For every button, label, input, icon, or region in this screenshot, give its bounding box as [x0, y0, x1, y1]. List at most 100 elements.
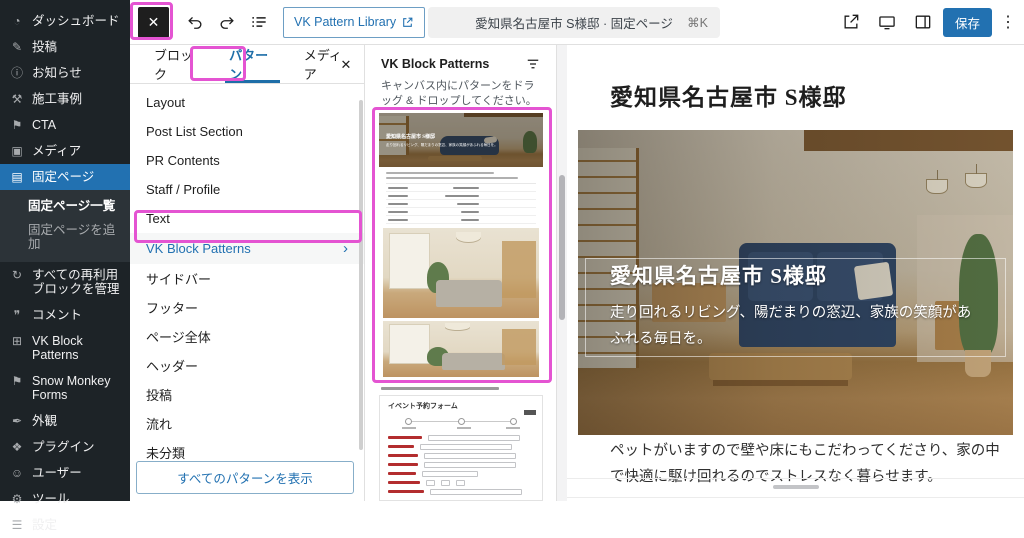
preview-desktop-icon[interactable] — [871, 6, 903, 38]
pattern-category-item[interactable]: Layout — [130, 88, 364, 117]
category-label: Layout — [146, 95, 185, 110]
inserter-tab[interactable]: ブロック — [140, 45, 215, 83]
overlay-shade — [379, 113, 543, 167]
document-title: 愛知県名古屋市 S様邸 · 固定ページ — [475, 13, 673, 32]
command-bar[interactable]: 愛知県名古屋市 S様邸 · 固定ページ ⌘K — [428, 7, 720, 38]
admin-menu-item[interactable]: ☺ ユーザー — [0, 460, 130, 486]
admin-menu-item[interactable]: ⓘ お知らせ — [0, 60, 130, 86]
category-label: Post List Section — [146, 124, 243, 139]
text-placeholder — [386, 172, 494, 174]
show-all-patterns-button[interactable]: すべてのパターンを表示 — [136, 461, 354, 494]
admin-menu-label: ユーザー — [32, 466, 82, 480]
category-label: PR Contents — [146, 153, 220, 168]
submenu-item[interactable]: 固定ページを追加 — [0, 218, 130, 256]
submenu-label: 固定ページ一覧 — [28, 199, 115, 213]
admin-menu-item[interactable]: ⚑ Snow Monkey Forms — [0, 368, 130, 408]
vk-pattern-library-button[interactable]: VK Pattern Library — [283, 7, 425, 38]
admin-menu-icon: ▣ — [10, 144, 24, 158]
admin-menu-item[interactable]: ✒ 外観 — [0, 408, 130, 434]
tab-label: ブロック — [154, 45, 201, 83]
stepper-dot — [405, 418, 412, 425]
command-shortcut: ⌘K — [687, 15, 708, 30]
tab-label: メディア — [304, 45, 350, 83]
hero-title[interactable]: 愛知県名古屋市 S様邸 — [610, 260, 827, 290]
admin-menu-item[interactable]: ❞ コメント — [0, 302, 130, 328]
chevron-right-icon: › — [343, 240, 348, 257]
admin-menu-label: VK Block Patterns — [32, 334, 122, 362]
pattern-category-item[interactable]: Text — [130, 204, 364, 233]
table-row — [386, 184, 536, 192]
sofa-shape — [436, 280, 502, 307]
pattern-category-item[interactable]: サイドバー — [130, 264, 364, 293]
save-button[interactable]: 保存 — [943, 8, 992, 37]
pattern1-hero-subtitle: 走り回れるリビング、陽だまりの窓辺、家族の笑顔があふれる毎日を。 — [386, 143, 535, 148]
undo-icon[interactable] — [179, 6, 211, 38]
admin-menu-item[interactable]: ❖ プラグイン — [0, 434, 130, 460]
block-divider — [567, 478, 1024, 479]
pattern-category-item[interactable]: Staff / Profile — [130, 175, 364, 204]
body-paragraph[interactable]: ペットがいますので壁や床にもこだわってくださり、家の中で快適に駆け回れるのでスト… — [610, 438, 1002, 490]
submenu-item[interactable]: 固定ページ一覧 — [0, 194, 130, 218]
wp-admin-sidebar: ◔ ダッシュボード ✎ 投稿 ⓘ お知らせ ⚒ 施工事例 ⚑ CTA — [0, 0, 130, 501]
pattern-category-item[interactable]: ヘッダー — [130, 351, 364, 380]
list-view-icon[interactable] — [243, 6, 275, 38]
admin-menu-item[interactable]: ⚙ ツール — [0, 486, 130, 512]
settings-sidebar-icon[interactable] — [907, 6, 939, 38]
inserter-scrollbar[interactable] — [359, 100, 363, 450]
editor-canvas[interactable]: 愛知県名古屋市 S様邸 愛知県名古屋市 S様邸 走り回れるリビング、陽だまりの窓… — [567, 45, 1024, 501]
pattern-category-item[interactable]: ページ全体 — [130, 322, 364, 351]
inserter-tab[interactable]: メディア — [290, 45, 364, 83]
sofa-shape — [442, 353, 504, 370]
admin-menu-label: 施工事例 — [32, 92, 82, 106]
text-placeholder — [386, 177, 518, 179]
sidebar-item-pages[interactable]: ▤ 固定ページ — [0, 164, 130, 190]
redo-icon[interactable] — [211, 6, 243, 38]
form-row — [388, 451, 534, 460]
admin-menu-icon: ✒ — [10, 414, 24, 428]
badge-placeholder — [524, 410, 536, 415]
admin-menu-label: プラグイン — [32, 440, 95, 454]
pattern2-title: イベント予約フォーム — [388, 401, 534, 411]
window-shape — [389, 233, 430, 289]
page-title[interactable]: 愛知県名古屋市 S様邸 — [610, 78, 847, 112]
admin-menu-item[interactable]: ☰ 設定 — [0, 512, 130, 538]
admin-menu-label: ツール — [32, 492, 70, 506]
category-label: サイドバー — [146, 269, 211, 288]
category-label: ページ全体 — [146, 327, 211, 346]
window-shape — [389, 324, 430, 363]
admin-menu-item[interactable]: ▣ メディア — [0, 138, 130, 164]
pattern-category-item[interactable]: Post List Section — [130, 117, 364, 146]
view-page-icon[interactable] — [835, 6, 867, 38]
close-editor-button[interactable]: ✕ — [138, 7, 169, 38]
category-label: ヘッダー — [146, 356, 198, 375]
pattern-category-item[interactable]: フッター — [130, 293, 364, 322]
pattern-category-item[interactable]: 流れ — [130, 409, 364, 438]
admin-menu-item[interactable]: ✎ 投稿 — [0, 34, 130, 60]
pattern-category-item[interactable]: PR Contents — [130, 146, 364, 175]
admin-menu-item[interactable]: ⚑ CTA — [0, 112, 130, 138]
admin-menu-icon: ↻ — [10, 268, 24, 282]
hero-cover-block[interactable]: 愛知県名古屋市 S様邸 走り回れるリビング、陽だまりの窓辺、家族の笑顔があふれる… — [578, 130, 1013, 435]
pattern-thumbnail-event-form[interactable]: イベント予約フォーム — [379, 395, 543, 501]
pattern1-hero-title: 愛知県名古屋市 S様邸 — [386, 133, 435, 140]
form-stepper — [394, 417, 528, 431]
pattern-category-item[interactable]: VK Block Patterns › — [130, 233, 364, 264]
admin-menu-item[interactable]: ↻ すべての再利用ブロックを管理 — [0, 262, 130, 302]
pattern-thumbnail-case-page[interactable]: 愛知県名古屋市 S様邸 走り回れるリビング、陽だまりの窓辺、家族の笑顔があふれる… — [379, 113, 543, 377]
form-row — [388, 487, 534, 496]
patterns-scrollbar[interactable] — [559, 175, 565, 320]
shelf-shape — [502, 241, 536, 299]
separator-block[interactable] — [773, 485, 819, 489]
inserter-tab[interactable]: パターン — [215, 45, 290, 83]
options-kebab-icon[interactable]: ⋮ — [996, 12, 1020, 32]
filter-icon[interactable] — [524, 55, 542, 73]
category-label: フッター — [146, 298, 198, 317]
admin-menu-item[interactable]: ◔ ダッシュボード — [0, 8, 130, 34]
form-row — [388, 469, 534, 478]
pattern-category-item[interactable]: 投稿 — [130, 380, 364, 409]
admin-menu-icon: ⊞ — [10, 334, 24, 348]
admin-menu-item[interactable]: ⚒ 施工事例 — [0, 86, 130, 112]
hero-subtitle[interactable]: 走り回れるリビング、陽だまりの窓辺、家族の笑顔があふれる毎日を。 — [610, 300, 980, 352]
admin-menu-item[interactable]: ⊞ VK Block Patterns — [0, 328, 130, 368]
admin-menu-label: ダッシュボード — [32, 14, 120, 28]
